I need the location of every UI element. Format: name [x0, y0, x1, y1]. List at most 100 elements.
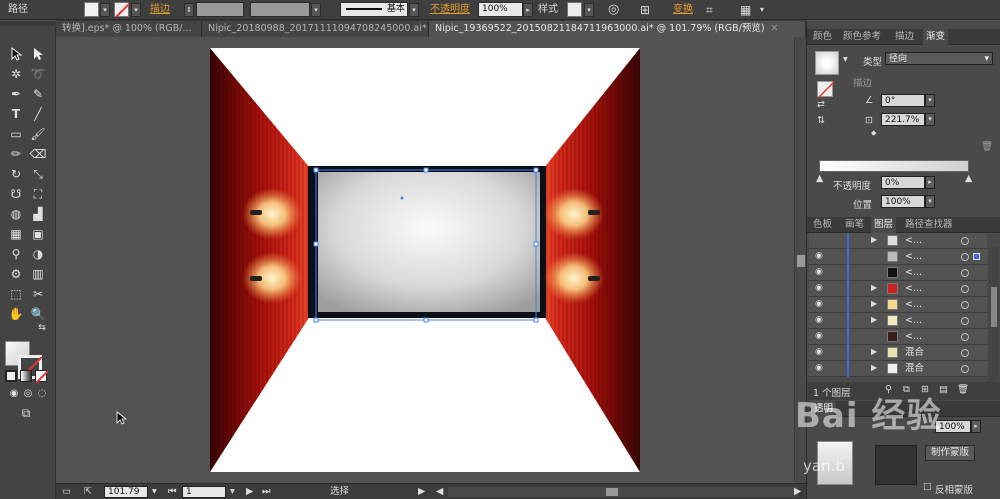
- opacity-field[interactable]: 100%: [478, 2, 523, 17]
- tab-document-1[interactable]: 转换].eps* @ 100% (RGB/...: [56, 21, 202, 37]
- selection-tool-icon[interactable]: [6, 45, 26, 63]
- canvas-area[interactable]: [56, 37, 794, 483]
- gradient-opacity-field[interactable]: 0%: [881, 176, 925, 189]
- swap-colors-icon[interactable]: ⇆: [32, 319, 52, 337]
- layer-row[interactable]: ◉ <...: [809, 249, 987, 265]
- perspective-grid-tool-icon[interactable]: ▟: [28, 205, 48, 223]
- stroke-gradient-swatch[interactable]: [817, 81, 835, 99]
- free-transform-tool-icon[interactable]: ⛶: [28, 185, 48, 203]
- layer-row[interactable]: ◉ ▶ <...: [809, 313, 987, 329]
- scrollbar-thumb[interactable]: [797, 255, 805, 267]
- chevron-down-icon[interactable]: ▾: [584, 3, 594, 17]
- eraser-tool-icon[interactable]: ⌫: [28, 145, 48, 163]
- close-icon[interactable]: ✕: [771, 23, 779, 34]
- scrollbar-thumb[interactable]: [991, 287, 997, 327]
- symbol-sprayer-tool-icon[interactable]: ⚙: [6, 265, 26, 283]
- horizontal-scrollbar[interactable]: [448, 487, 798, 497]
- align-icon[interactable]: ⊞: [640, 0, 650, 20]
- trash-icon[interactable]: 🗑: [957, 384, 969, 395]
- expand-arrow-icon[interactable]: ▶: [871, 347, 877, 356]
- reverse-gradient-icon[interactable]: ⇄: [817, 99, 825, 110]
- expand-arrow-icon[interactable]: ▶: [871, 283, 877, 292]
- target-icon[interactable]: [961, 365, 969, 373]
- tab-pathfinder[interactable]: 路径查找器: [905, 217, 953, 233]
- eyedropper-tool-icon[interactable]: ⚲: [6, 245, 26, 263]
- select-similar-icon[interactable]: ▦: [740, 0, 751, 20]
- graphic-style-swatch[interactable]: [567, 2, 582, 17]
- eye-icon[interactable]: ◉: [815, 252, 826, 261]
- layer-row[interactable]: ◉ ▶ 混合: [809, 345, 987, 361]
- next-artboard-icon[interactable]: ▶: [246, 484, 253, 499]
- make-mask-button[interactable]: 制作蒙版: [925, 445, 975, 461]
- tab-brushes[interactable]: 画笔: [845, 217, 864, 233]
- lasso-tool-icon[interactable]: ➰: [28, 65, 48, 83]
- curvature-tool-icon[interactable]: ✎: [28, 85, 48, 103]
- eye-icon[interactable]: ◉: [815, 364, 826, 373]
- eye-icon[interactable]: ◉: [815, 284, 826, 293]
- blend-tool-icon[interactable]: ◑: [28, 245, 48, 263]
- artwork-room-illustration[interactable]: [210, 48, 640, 472]
- gradient-slider[interactable]: [819, 160, 969, 172]
- artboard-tool-icon[interactable]: ⬚: [6, 285, 26, 303]
- layer-row[interactable]: ◉ <...: [809, 265, 987, 281]
- gradient-midpoint-icon[interactable]: ◆: [871, 129, 876, 137]
- isolate-icon[interactable]: ⌗: [706, 0, 713, 20]
- opacity-label[interactable]: 不透明度: [430, 0, 470, 20]
- eye-icon[interactable]: ◉: [815, 268, 826, 277]
- scroll-right-icon[interactable]: ▶: [794, 484, 801, 499]
- target-icon[interactable]: [961, 317, 969, 325]
- stroke-swatch[interactable]: [114, 2, 130, 18]
- target-icon[interactable]: [961, 269, 969, 277]
- slice-tool-icon[interactable]: ✂: [28, 285, 48, 303]
- chevron-down-icon[interactable]: ▾: [311, 3, 321, 17]
- layer-row[interactable]: ▶ <...: [809, 233, 987, 249]
- recolor-icon[interactable]: ◎: [608, 0, 619, 20]
- none-mode-button[interactable]: [35, 370, 49, 384]
- layer-row[interactable]: ◉ <...: [809, 329, 987, 345]
- chevron-right-icon[interactable]: ▸: [971, 420, 981, 433]
- expand-arrow-icon[interactable]: ▶: [871, 363, 877, 372]
- column-graph-tool-icon[interactable]: ▥: [28, 265, 48, 283]
- gradient-stop-right[interactable]: ▲: [965, 173, 972, 184]
- chevron-down-icon[interactable]: ▾: [152, 484, 157, 499]
- target-icon[interactable]: [961, 237, 969, 245]
- tab-gradient[interactable]: 渐变: [923, 29, 949, 45]
- stroke-weight-stepper[interactable]: ⇕: [184, 3, 194, 17]
- target-icon[interactable]: [961, 285, 969, 293]
- magic-wand-tool-icon[interactable]: ✲: [6, 65, 26, 83]
- eye-icon[interactable]: ◉: [815, 316, 826, 325]
- shape-builder-tool-icon[interactable]: ◍: [6, 205, 26, 223]
- scroll-left-icon[interactable]: ◀: [436, 484, 443, 499]
- warp-tool-icon[interactable]: ☋: [6, 185, 26, 203]
- trash-icon[interactable]: 🗑: [981, 141, 993, 152]
- layer-row[interactable]: ◉ ▶ 混合: [809, 361, 987, 377]
- angle-field[interactable]: 0°: [881, 94, 925, 107]
- status-left-icon[interactable]: ▭: [62, 484, 71, 499]
- eye-icon[interactable]: ◉: [815, 348, 826, 357]
- eye-icon[interactable]: ◉: [815, 300, 826, 309]
- gradient-stop-left[interactable]: ▲: [816, 173, 823, 184]
- rectangle-tool-icon[interactable]: ▭: [6, 125, 26, 143]
- location-field[interactable]: 100%: [881, 195, 925, 208]
- chevron-down-icon[interactable]: ▾: [230, 484, 235, 499]
- fill-swatch[interactable]: [84, 2, 99, 17]
- line-tool-icon[interactable]: ╱: [28, 105, 48, 123]
- share-icon[interactable]: ⇱: [84, 484, 92, 499]
- screen-mode-icon[interactable]: ⧉: [16, 404, 36, 422]
- target-icon[interactable]: [961, 301, 969, 309]
- gradient-preview[interactable]: [815, 51, 839, 75]
- rotate-tool-icon[interactable]: ↻: [6, 165, 26, 183]
- tab-layers[interactable]: 图层: [871, 217, 897, 233]
- tab-color-guide[interactable]: 颜色参考: [843, 29, 881, 45]
- panel-grip[interactable]: [0, 21, 56, 26]
- chevron-down-icon[interactable]: ▾: [925, 113, 935, 126]
- layer-row[interactable]: ◉ ▶ <...: [809, 281, 987, 297]
- target-icon[interactable]: [961, 253, 969, 261]
- brush-definition-field[interactable]: 基本: [340, 2, 408, 17]
- mesh-tool-icon[interactable]: ▦: [6, 225, 26, 243]
- pencil-tool-icon[interactable]: ✏: [6, 145, 26, 163]
- chevron-down-icon[interactable]: ▾: [760, 0, 764, 20]
- scrollbar-thumb[interactable]: [606, 488, 618, 496]
- chevron-down-icon[interactable]: ▾: [843, 54, 848, 65]
- draw-inside-icon[interactable]: ◌: [32, 385, 52, 403]
